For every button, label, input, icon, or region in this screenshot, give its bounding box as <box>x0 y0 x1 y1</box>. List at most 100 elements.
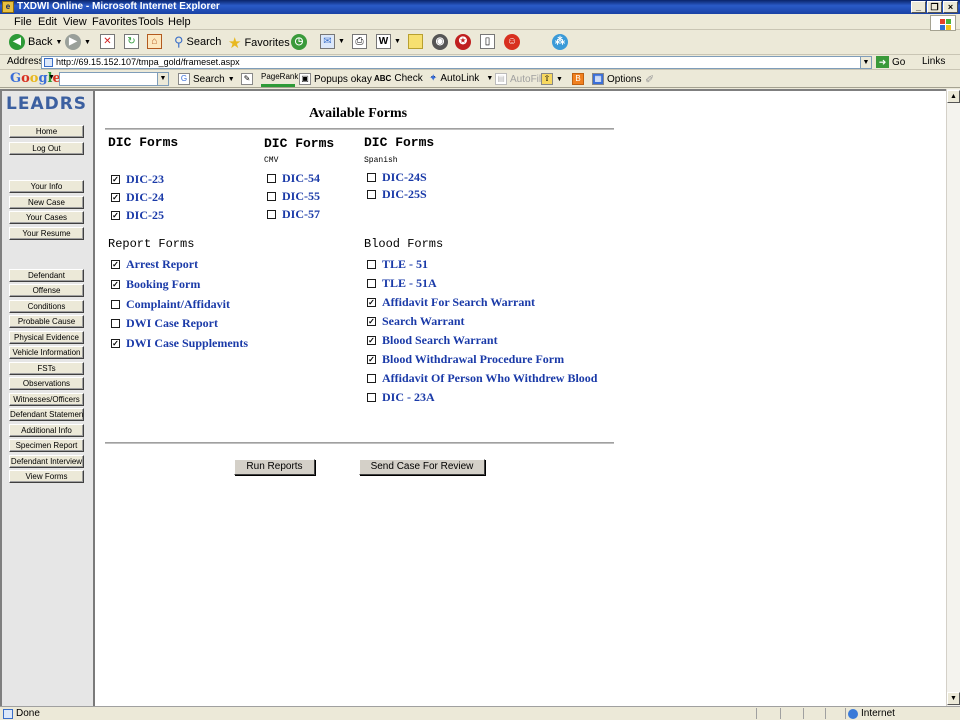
form-link[interactable]: TLE - 51A <box>382 276 437 291</box>
print-button[interactable]: ⎙ <box>352 34 367 49</box>
nav-additional-info-button[interactable]: Additional Info <box>9 424 84 437</box>
favorites-button[interactable]: ★ Favorites <box>228 34 290 52</box>
scroll-down-icon[interactable]: ▼ <box>947 692 960 705</box>
nav-specimen-report-button[interactable]: Specimen Report <box>9 439 84 452</box>
search-button[interactable]: ⚲ Search <box>174 34 221 50</box>
forward-button[interactable]: ▶ ▼ <box>65 34 91 50</box>
run-reports-button[interactable]: Run Reports <box>234 459 315 475</box>
form-item-dic-24s[interactable]: DIC-24S <box>367 170 427 185</box>
checkbox[interactable]: ✓ <box>111 193 120 202</box>
form-link[interactable]: Affidavit For Search Warrant <box>382 295 535 310</box>
network-button[interactable]: ⁂ <box>552 34 568 50</box>
nav-your-info-button[interactable]: Your Info <box>9 180 84 193</box>
form-link[interactable]: DWI Case Supplements <box>126 336 248 351</box>
nav-defendant-interview-button[interactable]: Defendant Interview <box>9 455 84 468</box>
checkbox[interactable] <box>367 279 376 288</box>
checkbox[interactable] <box>111 300 120 309</box>
form-link[interactable]: Affidavit Of Person Who Withdrew Blood <box>382 371 597 386</box>
form-link[interactable]: Booking Form <box>126 277 200 292</box>
checkbox[interactable]: ✓ <box>367 298 376 307</box>
nav-fsts-button[interactable]: FSTs <box>9 362 84 375</box>
menu-view[interactable]: View <box>63 16 87 28</box>
checkbox[interactable]: ✓ <box>111 175 120 184</box>
form-item-dic-23[interactable]: ✓ DIC-23 <box>111 172 164 187</box>
checkbox[interactable] <box>267 210 276 219</box>
up-button[interactable]: ⇧ ▼ <box>541 73 563 85</box>
form-item-dic-54[interactable]: DIC-54 <box>267 171 320 186</box>
autolink-button[interactable]: ✦ AutoLink ▼ <box>429 73 493 84</box>
checkbox[interactable]: ✓ <box>111 260 120 269</box>
nav-your-cases-button[interactable]: Your Cases <box>9 211 84 224</box>
highlighter-button[interactable]: ✐ <box>645 73 654 86</box>
form-link[interactable]: DIC-24S <box>382 170 427 185</box>
checkbox[interactable]: ✓ <box>367 355 376 364</box>
form-item-arrest-report[interactable]: ✓ Arrest Report <box>111 257 198 272</box>
checkbox[interactable] <box>267 192 276 201</box>
form-item-dic-23a[interactable]: DIC - 23A <box>367 390 435 405</box>
menu-tools[interactable]: Tools <box>138 16 164 28</box>
form-link[interactable]: DIC-23 <box>126 172 164 187</box>
form-link[interactable]: DIC-25 <box>126 208 164 223</box>
checkbox[interactable]: ✓ <box>367 317 376 326</box>
form-item-blood-withdrawal-procedure[interactable]: ✓ Blood Withdrawal Procedure Form <box>367 352 564 367</box>
form-link[interactable]: DIC-55 <box>282 189 320 204</box>
scroll-up-icon[interactable]: ▲ <box>947 90 960 103</box>
google-search-dropdown-icon[interactable]: ▼ <box>157 73 168 85</box>
checkbox[interactable] <box>267 174 276 183</box>
address-input[interactable]: http://69.15.152.107/tmpa_gold/frameset.… <box>41 56 872 69</box>
nav-physical-evidence-button[interactable]: Physical Evidence <box>9 331 84 344</box>
blogger-button[interactable]: B <box>572 73 584 85</box>
plugin-button[interactable]: ☺ <box>504 34 520 50</box>
form-link[interactable]: Complaint/Affidavit <box>126 297 230 312</box>
form-link[interactable]: Arrest Report <box>126 257 198 272</box>
checkbox[interactable] <box>367 393 376 402</box>
form-link[interactable]: DIC-54 <box>282 171 320 186</box>
form-link[interactable]: Search Warrant <box>382 314 465 329</box>
go-button[interactable]: ➜ Go <box>876 56 905 68</box>
form-item-dic-25s[interactable]: DIC-25S <box>367 187 427 202</box>
nav-new-case-button[interactable]: New Case <box>9 196 84 209</box>
form-link[interactable]: TLE - 51 <box>382 257 428 272</box>
checkbox[interactable] <box>367 260 376 269</box>
checkbox[interactable] <box>367 190 376 199</box>
form-item-affidavit-for-search-warrant[interactable]: ✓ Affidavit For Search Warrant <box>367 295 535 310</box>
menu-favorites[interactable]: Favorites <box>92 16 137 28</box>
messenger-button[interactable]: ◉ <box>432 34 448 50</box>
nav-view-forms-button[interactable]: View Forms <box>9 470 84 483</box>
home-button[interactable]: ⌂ <box>147 34 162 49</box>
send-case-for-review-button[interactable]: Send Case For Review <box>359 459 485 475</box>
spellcheck-button[interactable]: ABC Check ▼ <box>374 73 437 84</box>
form-item-dwi-case-supplements[interactable]: ✓ DWI Case Supplements <box>111 336 248 351</box>
nav-defendant-statement-button[interactable]: Defendant Statement <box>9 408 84 421</box>
google-search-button[interactable]: G Search ▼ <box>178 73 235 85</box>
nav-defendant-button[interactable]: Defendant <box>9 269 84 282</box>
edit-word-button[interactable]: W ▼ <box>376 34 401 49</box>
refresh-button[interactable]: ↻ <box>124 34 139 49</box>
checkbox[interactable]: ✓ <box>111 339 120 348</box>
form-item-dic-25[interactable]: ✓ DIC-25 <box>111 208 164 223</box>
form-link[interactable]: DIC-25S <box>382 187 427 202</box>
restore-button[interactable]: ❐ <box>927 1 942 13</box>
stop-button[interactable]: ✕ <box>100 34 115 49</box>
back-button[interactable]: ◀ Back ▼ <box>9 34 62 50</box>
form-link[interactable]: DIC-24 <box>126 190 164 205</box>
google-search-input[interactable]: ▼ <box>59 72 169 86</box>
form-item-search-warrant[interactable]: ✓ Search Warrant <box>367 314 465 329</box>
vertical-scrollbar[interactable]: ▲ ▼ <box>946 89 960 706</box>
links-toolbar[interactable]: Links <box>922 56 945 67</box>
checkbox[interactable] <box>367 173 376 182</box>
discuss-button[interactable] <box>408 34 423 49</box>
nav-observations-button[interactable]: Observations <box>9 377 84 390</box>
checkbox[interactable] <box>111 319 120 328</box>
form-item-affidavit-of-person-who-withdrew-blood[interactable]: Affidavit Of Person Who Withdrew Blood <box>367 371 597 386</box>
toolbar-extension-button[interactable]: ✪ <box>455 34 471 50</box>
address-dropdown-icon[interactable]: ▼ <box>860 57 871 68</box>
menu-help[interactable]: Help <box>168 16 191 28</box>
nav-offense-button[interactable]: Offense <box>9 284 84 297</box>
close-button[interactable]: × <box>943 1 958 13</box>
form-item-dwi-case-report[interactable]: DWI Case Report <box>111 316 218 331</box>
form-item-dic-24[interactable]: ✓ DIC-24 <box>111 190 164 205</box>
nav-logout-button[interactable]: Log Out <box>9 142 84 155</box>
phone-button[interactable]: ▯ <box>480 34 495 49</box>
history-button[interactable]: ◷ <box>291 34 307 50</box>
